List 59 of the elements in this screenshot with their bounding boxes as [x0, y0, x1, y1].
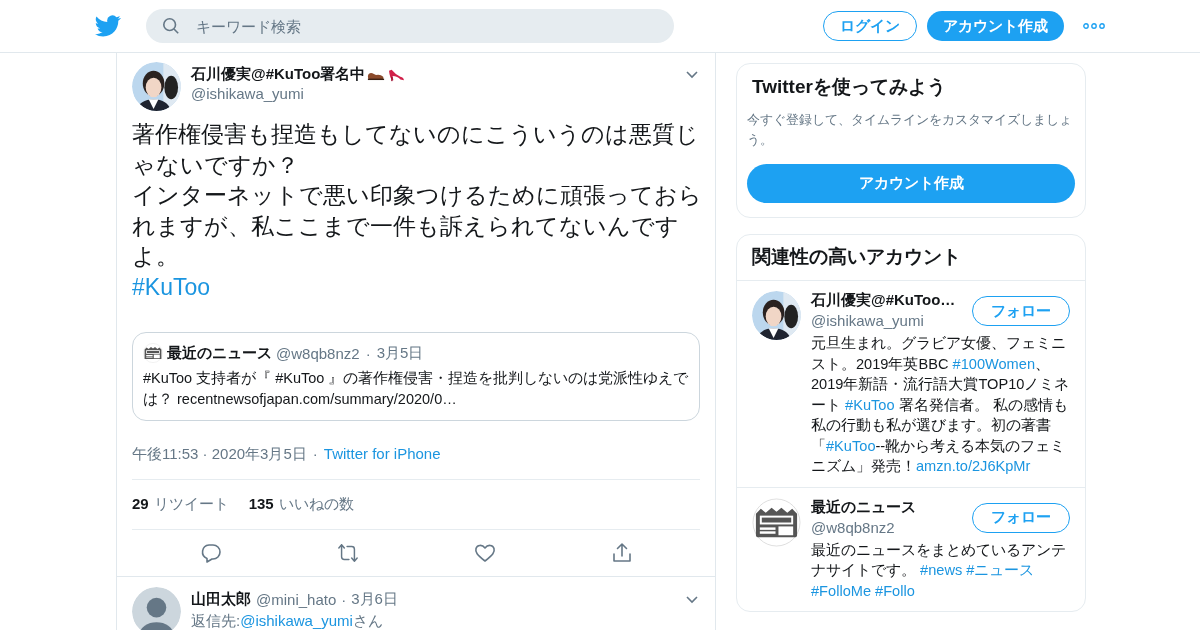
reply-icon[interactable]: [199, 542, 222, 564]
retweet-icon[interactable]: [336, 542, 359, 564]
tweet-date: 3月6日: [351, 590, 398, 609]
account-name[interactable]: 最近のニュース: [811, 497, 916, 517]
retweet-label: リツイート: [153, 495, 229, 514]
like-count: 135: [248, 495, 274, 514]
separator-dot: ·: [312, 445, 318, 464]
account-handle: @w8qb8nz2: [811, 518, 896, 536]
reply-to-label: 返信先:: [191, 612, 241, 629]
user-name: 石川優実@#KuToo署名中: [191, 65, 366, 84]
news-icon: [752, 497, 801, 547]
search-field[interactable]: キーワード検索: [146, 9, 674, 43]
separator-dot: ·: [341, 591, 347, 608]
separator-dot: ·: [365, 344, 371, 362]
hashtag-link[interactable]: #Follo: [875, 582, 915, 599]
quoted-text: #KuToo 支持者が『 #KuToo 』の著作権侵害・捏造を批判しないのは党派性ゆえでは？ recentnewsofjapan.com/summary/2020/0…: [143, 369, 689, 409]
card-title: 関連性の高いアカウント: [737, 235, 1085, 281]
hashtag-link[interactable]: #FolloMe: [811, 582, 872, 599]
user-handle: @ishikawa_yumi: [191, 85, 305, 102]
login-button[interactable]: ログイン: [823, 11, 917, 41]
more-icon[interactable]: [1083, 23, 1105, 29]
hashtag-link[interactable]: #KuToo: [826, 437, 876, 454]
account-name[interactable]: 石川優実@#KuToo…: [811, 291, 956, 310]
source-link[interactable]: Twitter for iPhone: [323, 445, 441, 464]
tweet-text: インターネットで悪い印象つけるために頑張っておられますが、私ここまで一件も訴えられてないんですよ。: [132, 181, 702, 271]
hashtag-link[interactable]: #news: [920, 562, 963, 578]
tweet-timestamp: 午後11:53 · 2020年3月5日: [132, 445, 307, 464]
card-text: 今すぐ登録して、タイムラインをカスタマイズしましょう。: [747, 111, 1073, 149]
account-bio: 元旦生まれ。グラビア女優、フェミニスト。2019年英BBC #100Women、2019年新語・流行語大賞TOP10ノミネート #KuToo 署名発信者。 私の感情も私の行動も私が選びます。初の著書「#KuToo--靴から考える本気のフェミニズム」発売！amzn.to/2J6KpMr: [811, 334, 1071, 476]
user-name: 最近のニュース: [167, 343, 272, 363]
reply-to-suffix: さん: [352, 612, 383, 629]
tweet-date: 3月5日: [376, 343, 424, 363]
hashtag-link[interactable]: #KuToo: [845, 396, 895, 413]
user-handle: @w8qb8nz2: [276, 344, 360, 362]
bird-logo[interactable]: [95, 13, 121, 39]
news-icon: [143, 343, 163, 363]
follow-button[interactable]: フォロー: [972, 502, 1070, 533]
signup-button[interactable]: アカウント作成: [927, 11, 1064, 41]
high-heel-icon: [387, 67, 406, 82]
default-avatar-icon: [132, 587, 181, 630]
account-handle: @ishikawa_yumi: [811, 312, 925, 329]
like-label: いいねの数: [278, 495, 354, 514]
retweet-count: 29: [132, 495, 149, 514]
user-name: 山田太郎: [191, 590, 251, 609]
hashtag-link[interactable]: #100Women: [952, 355, 1035, 372]
card-title: Twitterを使ってみよう: [751, 75, 947, 99]
signup-button[interactable]: アカウント作成: [747, 164, 1075, 203]
account-bio: 最近のニュースをまとめているアンテナサイトです。 #news #ニュース #FolloMe #Follo: [811, 540, 1067, 601]
mention-link[interactable]: @ishikawa_yumi: [240, 612, 353, 629]
share-icon[interactable]: [610, 542, 633, 564]
hashtag-link[interactable]: #ニュース: [966, 562, 1035, 578]
quoted-tweet[interactable]: 最近のニュース @w8qb8nz2 · 3月5日 #KuToo 支持者が『 #KuToo 』の著作権侵害・捏造を批判しないのは党派性ゆえでは？ recentnewsofjapan.com/summary/2020/0…: [132, 332, 700, 421]
search-icon: [162, 17, 180, 35]
heart-icon[interactable]: [473, 542, 496, 564]
user-handle: @mini_hato: [256, 591, 337, 608]
tweet-text: 著作権侵害も捏造もしてないのにこういうのは悪質じゃないですか？: [132, 120, 700, 180]
hashtag-link[interactable]: #KuToo: [132, 273, 210, 300]
follow-button[interactable]: フォロー: [972, 296, 1070, 326]
hashtag-link[interactable]: amzn.to/2J6KpMr: [916, 458, 1031, 474]
